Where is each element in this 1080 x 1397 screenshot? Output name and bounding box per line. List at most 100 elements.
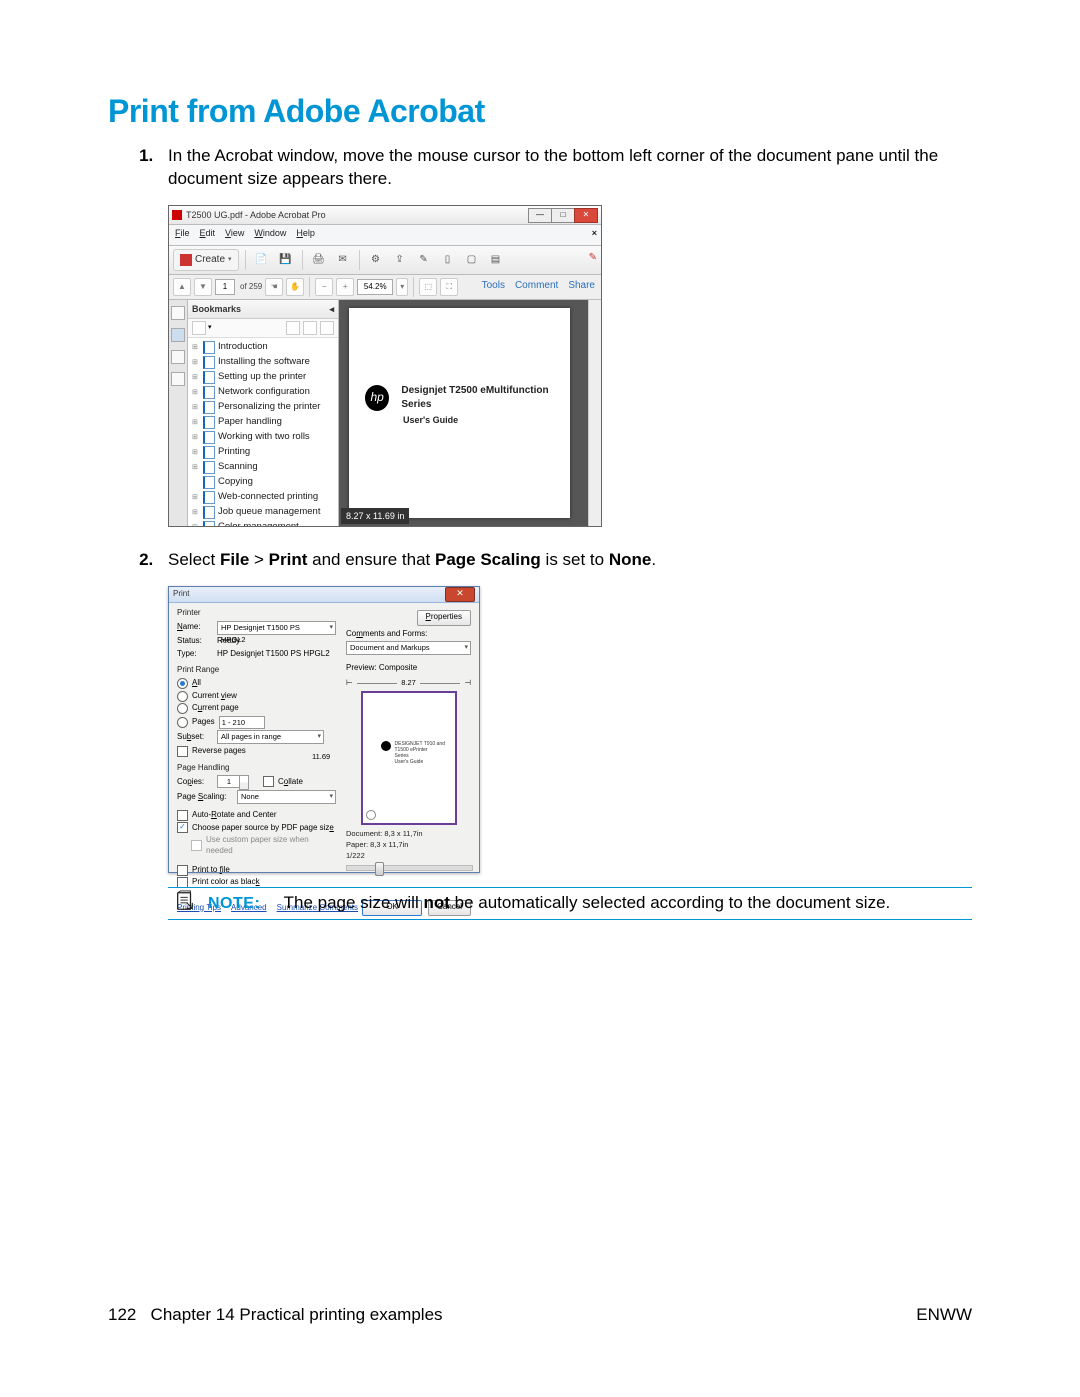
thumbnails-icon[interactable] [171, 306, 185, 320]
find-bookmark-icon[interactable] [303, 321, 317, 335]
collate-checkbox[interactable] [263, 776, 274, 787]
subset-select[interactable]: All pages in range [217, 730, 324, 744]
save-icon[interactable]: 💾 [276, 250, 296, 270]
maximize-button[interactable]: □ [551, 208, 575, 223]
hand-tool-icon[interactable]: ☚ [265, 278, 283, 296]
bookmark-item[interactable]: ⊞Printing [188, 445, 338, 460]
delete-bookmark-icon[interactable] [320, 321, 334, 335]
zoom-in-icon[interactable]: + [336, 278, 354, 296]
email-icon[interactable]: ✉ [333, 250, 353, 270]
comment-link[interactable]: Comment [515, 279, 558, 293]
dialog-close-button[interactable]: ✕ [445, 587, 475, 602]
radio-all[interactable] [177, 678, 188, 689]
hp-logo-icon: hp [365, 385, 389, 411]
pages-input[interactable]: 1 - 210 [219, 716, 265, 729]
tools-link[interactable]: Tools [482, 279, 505, 293]
radio-pages[interactable] [177, 717, 188, 728]
document-pane[interactable]: hp Designjet T2500 eMultifunction Series… [339, 300, 588, 526]
bookmark-item[interactable]: ⊞Web-connected printing [188, 490, 338, 505]
menu-help[interactable]: Help [296, 227, 315, 243]
subset-label: Subset: [177, 732, 213, 743]
options-icon[interactable] [192, 321, 206, 335]
bookmark-item[interactable]: ⊞Color management [188, 520, 338, 526]
preview-height: 11.69 [312, 752, 330, 762]
scrollbar[interactable] [588, 300, 601, 526]
pv-line3: User's Guide [395, 759, 424, 765]
gear-icon[interactable]: ⚙ [366, 250, 386, 270]
comments-select[interactable]: Document and Markups [346, 641, 471, 655]
fit-page-icon[interactable]: ⛶ [440, 278, 458, 296]
choose-paper-checkbox[interactable]: ✓ [177, 822, 188, 833]
copies-spinner[interactable]: 1 [217, 775, 241, 788]
type-value: HP Designjet T1500 PS HPGL2 [217, 649, 330, 660]
page-down-icon[interactable]: ▼ [194, 278, 212, 296]
step-2: Select File > Print and ensure that Page… [158, 549, 972, 920]
preview-width: 8.27 [401, 678, 416, 688]
reverse-checkbox[interactable] [177, 746, 188, 757]
bookmark-item[interactable]: ⊞Working with two rolls [188, 430, 338, 445]
print-to-file-checkbox[interactable] [177, 865, 188, 876]
bookmark-item[interactable]: ⊞Setting up the printer [188, 370, 338, 385]
print-to-file-label: Print to file [192, 865, 230, 876]
panel-collapse-icon[interactable]: ◂ [329, 303, 334, 315]
bookmark-item[interactable]: ⊞Network configuration [188, 385, 338, 400]
bookmark-item[interactable]: ⊞Paper handling [188, 415, 338, 430]
bookmark-item[interactable]: ⊞Personalizing the printer [188, 400, 338, 415]
menu-file[interactable]: File [175, 227, 190, 243]
print-icon[interactable]: 🖨 [309, 250, 329, 270]
page-up-icon[interactable]: ▲ [173, 278, 191, 296]
close-button[interactable]: ✕ [574, 208, 598, 223]
form-icon[interactable]: ▢ [462, 250, 482, 270]
bookmarks-icon[interactable] [171, 328, 185, 342]
preview-paper-size: Paper: 8,3 x 11,7in [346, 839, 471, 850]
open-icon[interactable]: 📄 [252, 250, 272, 270]
minimize-button[interactable]: — [528, 208, 552, 223]
step-1-text: In the Acrobat window, move the mouse cu… [168, 146, 938, 188]
customize-icon[interactable]: ✎ [589, 251, 597, 265]
autorotate-checkbox[interactable] [177, 810, 188, 821]
zoom-level[interactable]: 54.2% [357, 279, 393, 295]
menu-edit[interactable]: Edit [200, 227, 216, 243]
radio-current-page[interactable] [177, 703, 188, 714]
preview-label: Preview: Composite [346, 663, 471, 674]
name-label: Name: [177, 622, 213, 633]
export-icon[interactable]: ⇪ [390, 250, 410, 270]
create-pdf-icon [180, 254, 192, 266]
zoom-dropdown-icon[interactable]: ▾ [396, 278, 408, 296]
attachments-icon[interactable] [171, 350, 185, 364]
preview-doc-size: Document: 8,3 x 11,7in [346, 828, 471, 839]
bookmark-item[interactable]: ⊞Introduction [188, 340, 338, 355]
bookmarks-panel: Bookmarks ◂ ▾ [188, 300, 339, 526]
current-page-label: Current page [192, 703, 239, 714]
create-button[interactable]: Create ▾ [173, 249, 239, 271]
handling-group-label: Page Handling [177, 763, 336, 774]
printer-name-select[interactable]: HP Designjet T1500 PS HPGL2 [217, 621, 336, 635]
menu-view[interactable]: View [225, 227, 244, 243]
page-number-input[interactable]: 1 [215, 279, 235, 295]
signatures-icon[interactable] [171, 372, 185, 386]
select-tool-icon[interactable]: ✋ [286, 278, 304, 296]
bookmark-item[interactable]: ⊞Scanning [188, 460, 338, 475]
bookmark-item[interactable]: ⊞Job queue management [188, 505, 338, 520]
zoom-out-icon[interactable]: − [315, 278, 333, 296]
left-rail [169, 300, 188, 526]
acrobat-window: T2500 UG.pdf - Adobe Acrobat Pro — □ ✕ F… [168, 205, 602, 527]
properties-button[interactable]: Properties [417, 610, 471, 626]
page-icon[interactable]: ▯ [438, 250, 458, 270]
document-close-icon[interactable]: × [592, 227, 597, 239]
printer-group-label: Printer [177, 608, 336, 619]
status-label: Status: [177, 636, 213, 647]
new-bookmark-icon[interactable] [286, 321, 300, 335]
acrobat-menubar: File Edit View Window Help × [169, 225, 601, 246]
multimedia-icon[interactable]: ▤ [486, 250, 506, 270]
edit-icon[interactable]: ✎ [414, 250, 434, 270]
bookmark-item[interactable]: Copying [188, 475, 338, 490]
menu-window[interactable]: Window [254, 227, 286, 243]
comments-label: Comments and Forms: [346, 629, 471, 640]
radio-current-view[interactable] [177, 691, 188, 702]
fit-width-icon[interactable]: ⬚ [419, 278, 437, 296]
preview-slider[interactable] [346, 865, 473, 871]
share-link[interactable]: Share [568, 279, 595, 293]
bookmark-item[interactable]: ⊞Installing the software [188, 355, 338, 370]
page-scaling-select[interactable]: None [237, 790, 336, 804]
